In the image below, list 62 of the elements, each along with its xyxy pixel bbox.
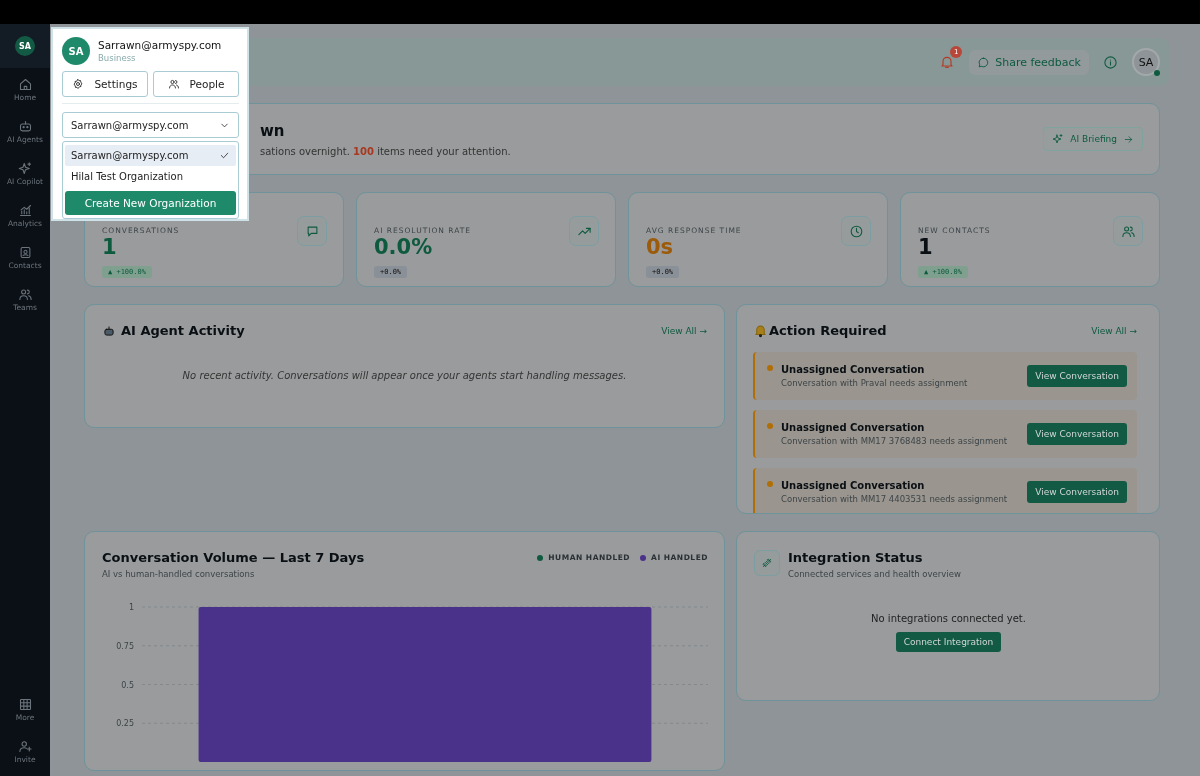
check-icon bbox=[219, 150, 230, 161]
add-person-icon bbox=[17, 738, 33, 754]
stat-value: 1 bbox=[918, 235, 934, 260]
home-icon bbox=[17, 76, 33, 92]
card-title: Integration Status bbox=[788, 550, 924, 565]
sparkle-icon bbox=[1052, 133, 1065, 145]
y-tick-label: 0.25 bbox=[116, 719, 134, 729]
chart-icon bbox=[17, 202, 33, 218]
card-title: AI Agent Activity bbox=[121, 323, 245, 338]
bell-icon bbox=[753, 323, 768, 338]
card-subtitle: AI vs human-handled conversations bbox=[102, 569, 256, 579]
welcome-title: wn bbox=[260, 121, 286, 140]
stat-value: 0.0% bbox=[374, 235, 434, 260]
empty-message: No integrations connected yet. bbox=[870, 613, 1027, 624]
view-all-link[interactable]: View All → bbox=[661, 325, 707, 336]
share-feedback-button[interactable]: Share feedback bbox=[969, 49, 1089, 75]
action-detail: Conversation with Praval needs assignment bbox=[781, 378, 969, 388]
stat-value: 1 bbox=[102, 235, 118, 260]
organization-option[interactable]: Hilal Test Organization bbox=[65, 166, 236, 187]
account-plan: Business bbox=[98, 53, 137, 63]
card-subtitle: Connected services and health overview bbox=[788, 569, 961, 579]
contact-card-icon bbox=[17, 244, 33, 260]
chat-icon bbox=[304, 223, 320, 239]
settings-icon bbox=[72, 78, 85, 90]
y-tick-label: 0.5 bbox=[121, 680, 134, 690]
account-email: Sarrawn@armyspy.com bbox=[98, 39, 222, 51]
action-detail: Conversation with MM17 4403531 needs assignment bbox=[781, 494, 1009, 504]
stat-value: 0s bbox=[646, 235, 675, 260]
grid-icon bbox=[17, 696, 33, 712]
action-title: Unassigned Conversation bbox=[781, 364, 926, 375]
view-all-link[interactable]: View All → bbox=[1091, 325, 1137, 336]
settings-button[interactable]: Settings bbox=[62, 71, 148, 97]
action-detail: Conversation with MM17 3768483 needs assignment bbox=[781, 436, 1009, 446]
people-icon bbox=[1120, 223, 1136, 239]
action-title: Unassigned Conversation bbox=[781, 480, 926, 491]
connect-integration-button[interactable]: Connect Integration bbox=[895, 632, 1002, 652]
arrow-right-icon bbox=[1123, 133, 1134, 145]
y-tick-label: 1 bbox=[128, 603, 134, 612]
empty-message: No recent activity. Conversations will appear once your agents start handling messages. bbox=[181, 370, 628, 381]
people-icon bbox=[17, 286, 33, 302]
user-avatar: SA bbox=[62, 37, 90, 65]
view-conversation-button[interactable]: View Conversation bbox=[1027, 365, 1127, 387]
create-organization-button[interactable]: Create New Organization bbox=[65, 191, 236, 215]
clock-icon bbox=[848, 223, 864, 239]
user-avatar[interactable]: SA bbox=[1132, 48, 1160, 76]
user-avatar[interactable]: SA bbox=[15, 36, 35, 56]
sparkle-icon bbox=[17, 160, 33, 176]
ai-briefing-button[interactable]: AI Briefing bbox=[1043, 127, 1143, 151]
view-conversation-button[interactable]: View Conversation bbox=[1027, 423, 1127, 445]
view-conversation-button[interactable]: View Conversation bbox=[1027, 481, 1127, 503]
chat-bubble-icon bbox=[977, 55, 991, 69]
action-title: Unassigned Conversation bbox=[781, 422, 926, 433]
y-tick-label: 0.75 bbox=[116, 641, 134, 651]
card-title: Conversation Volume — Last 7 Days bbox=[102, 550, 365, 565]
people-button[interactable]: People bbox=[153, 71, 239, 97]
organization-select[interactable]: Sarrawn@armyspy.com bbox=[62, 112, 239, 138]
organization-option[interactable]: Sarrawn@armyspy.com bbox=[65, 145, 236, 166]
people-icon bbox=[167, 78, 180, 90]
online-dot bbox=[1154, 70, 1160, 76]
card-title: Action Required bbox=[769, 323, 887, 338]
info-icon bbox=[1103, 54, 1118, 70]
welcome-subtitle: sations overnight. 100 items need your attention. bbox=[260, 145, 511, 157]
